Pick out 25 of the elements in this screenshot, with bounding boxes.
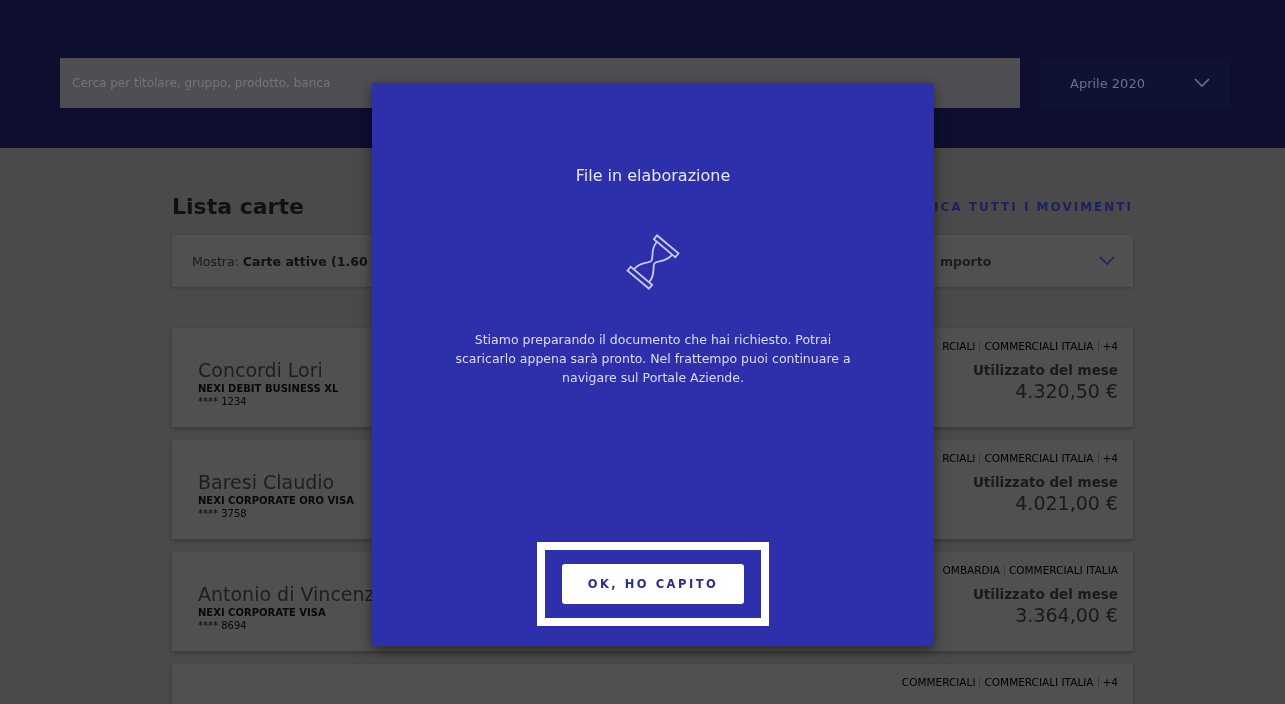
chevron-down-icon [1099,256,1115,266]
month-dropdown[interactable]: Aprile 2020 [1040,58,1230,108]
group-tag: +4 [1102,676,1118,688]
card-number: **** 1234 [198,395,248,407]
group-tag: +4 [1102,340,1118,352]
card-product: NEXI CORPORATE VISA [198,606,327,618]
card-number: **** 8694 [198,619,248,631]
dialog-title: File in elaborazione [575,166,731,185]
group-tag: COMMERCIALI ITALIA [984,452,1094,464]
group-tag: RCIALI [942,340,976,352]
card-product: NEXI CORPORATE ORO VISA [198,494,354,506]
chevron-down-icon [1194,78,1210,88]
card-product: NEXI DEBIT BUSINESS XL [198,382,339,394]
group-tag: COMMERCIALI ITALIA [1008,564,1118,576]
group-tag: COMMERCIALI [901,676,976,688]
card-number: **** 3758 [198,507,248,519]
ok-button[interactable]: OK, HO CAPITO [562,564,744,604]
group-tag: OMBARDIA [942,564,1000,576]
dialog-message: Stiamo preparando il documento che hai richiesto. Potrai scaricarlo appena sarà pronto. Nel frattempo puoi continuare a navigare sul Portale Aziende. [454,331,852,387]
page-title: Lista carte [172,194,304,219]
group-tag: RCIALI [942,452,976,464]
group-tag: COMMERCIALI ITALIA [984,676,1094,688]
group-tag: +4 [1102,452,1118,464]
group-tag: COMMERCIALI ITALIA [984,340,1094,352]
card-row[interactable]: COMMERCIALI COMMERCIALI ITALIA +4 [172,664,1133,704]
